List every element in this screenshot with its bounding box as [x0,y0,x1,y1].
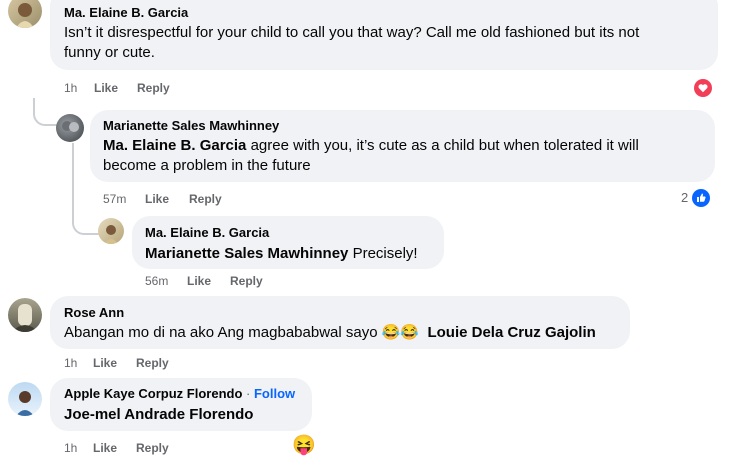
comment-time[interactable]: 1h [64,356,77,370]
like-button[interactable]: Like [94,81,118,95]
mention-link[interactable]: Ma. Elaine B. Garcia [103,137,246,154]
reply-button[interactable]: Reply [136,356,169,370]
reply-button[interactable]: Reply [136,441,169,455]
comment-header: Apple Kaye Corpuz Florendo · Follow [64,386,296,401]
comment-time[interactable]: 57m [103,192,126,206]
reaction-count[interactable]: 2 [681,190,688,205]
avatar[interactable] [56,114,84,142]
comment-time[interactable]: 1h [64,81,77,95]
like-button[interactable]: Like [145,192,169,206]
love-icon[interactable] [694,79,712,97]
comment-text: Marianette Sales Mawhinney Precisely! [145,245,418,262]
comment-author[interactable]: Apple Kaye Corpuz Florendo [64,386,242,401]
comment-actions: 1h Like Reply [64,81,264,97]
reply-button[interactable]: Reply [230,274,263,288]
comment-time[interactable]: 1h [64,441,77,455]
like-button[interactable]: Like [93,441,117,455]
comment-actions: 1h Like Reply [64,356,264,372]
mention-link[interactable]: Marianette Sales Mawhinney [145,245,348,262]
reply-button[interactable]: Reply [137,81,170,95]
avatar[interactable] [8,0,42,28]
comment-actions: 57m Like Reply [103,192,303,208]
comment-author[interactable]: Ma. Elaine B. Garcia [145,225,269,240]
laughing-emoji-icon: 😂 [381,324,401,341]
mention-link[interactable]: Louie Dela Cruz Gajolin [427,324,595,341]
follow-button[interactable]: Follow [254,386,295,401]
laughing-emoji-icon: 😂 [400,324,420,341]
reply-button[interactable]: Reply [189,192,222,206]
comment-text: Isn’t it disrespectful for your child to… [64,24,640,61]
comment-text: Abangan mo di na ako Ang magbababwal say… [64,324,596,341]
comment-time[interactable]: 56m [145,274,168,288]
avatar[interactable] [98,218,124,244]
comment-author[interactable]: Marianette Sales Mawhinney [103,118,279,133]
comment-author[interactable]: Rose Ann [64,305,124,320]
mention-link[interactable]: Joe-mel Andrade Florendo [64,405,253,425]
thread-line [72,143,100,235]
thread-line [33,98,57,126]
tongue-emoji-icon: 😝 [292,435,316,456]
like-icon[interactable] [692,189,710,207]
like-button[interactable]: Like [187,274,211,288]
comment-actions: 1h Like Reply [64,441,264,457]
like-button[interactable]: Like [93,356,117,370]
comment-author[interactable]: Ma. Elaine B. Garcia [64,5,188,20]
avatar[interactable] [8,298,42,332]
comment-actions: 56m Like Reply [145,274,345,290]
avatar[interactable] [8,382,42,416]
comment-text: Ma. Elaine B. Garcia agree with you, it’… [103,137,639,174]
